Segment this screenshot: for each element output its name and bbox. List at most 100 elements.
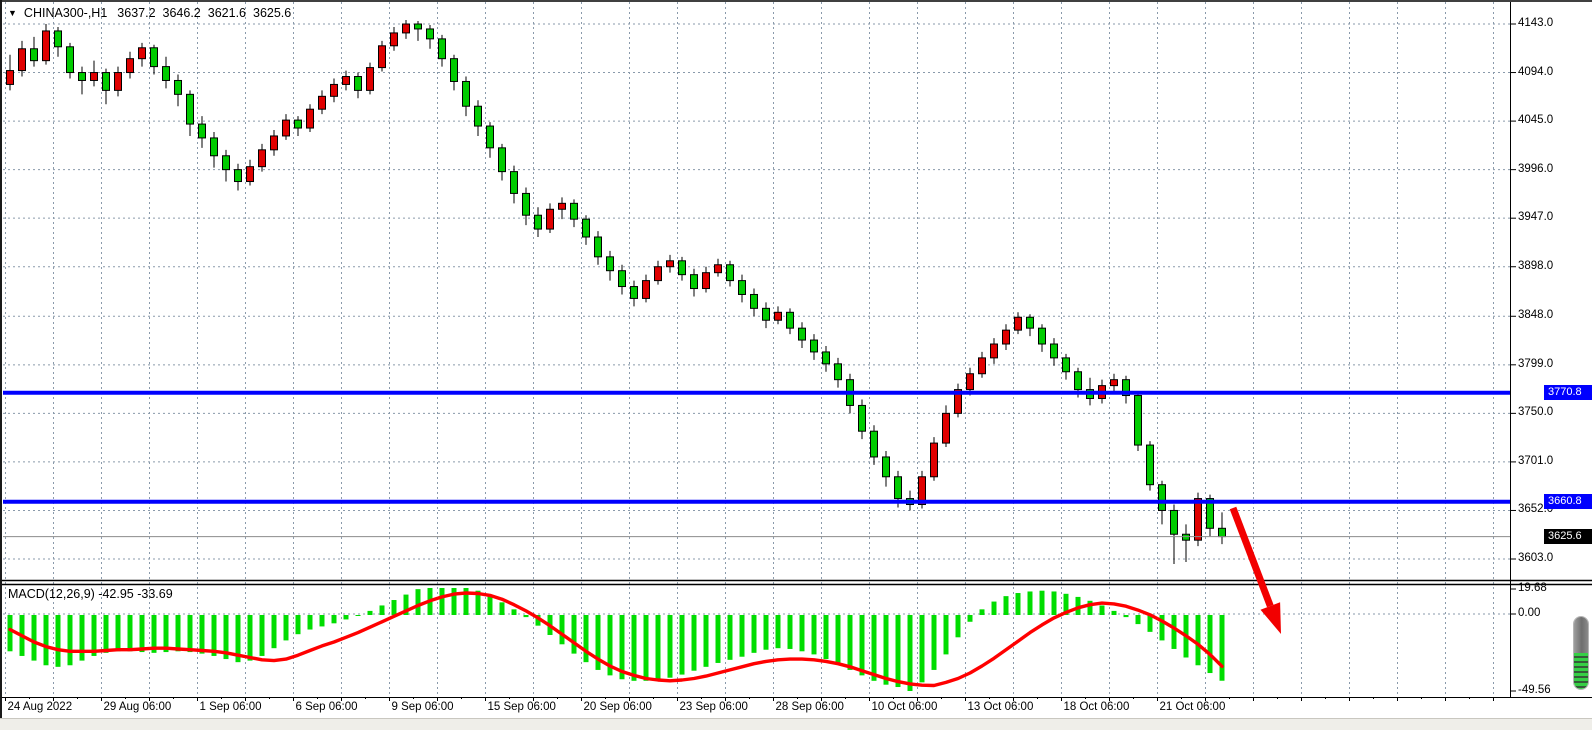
macd-histogram-bar bbox=[668, 615, 673, 678]
macd-histogram-bar bbox=[692, 615, 697, 671]
macd-histogram-bar bbox=[740, 615, 745, 657]
candle-body bbox=[931, 443, 938, 477]
macd-histogram-bar bbox=[572, 615, 577, 654]
candle-body bbox=[403, 24, 410, 33]
price-axis-label: 3848.0 bbox=[1518, 309, 1553, 322]
macd-histogram-bar bbox=[452, 588, 457, 615]
candle-body bbox=[979, 358, 986, 374]
macd-histogram-bar bbox=[1028, 591, 1033, 615]
macd-histogram-bar bbox=[908, 615, 913, 691]
macd-histogram-bar bbox=[560, 615, 565, 644]
down-arrow-shaft[interactable] bbox=[1233, 508, 1270, 606]
time-axis-label: 24 Aug 2022 bbox=[8, 701, 73, 714]
candle-body bbox=[511, 172, 518, 194]
symbol-dropdown-icon[interactable]: ▼ bbox=[8, 8, 17, 18]
candle-body bbox=[1063, 358, 1070, 372]
macd-histogram-bar bbox=[1112, 611, 1117, 615]
scrollbar-thumb[interactable] bbox=[1574, 617, 1588, 689]
macd-histogram-bar bbox=[800, 615, 805, 651]
macd-histogram-bar bbox=[140, 615, 145, 652]
macd-histogram-bar bbox=[260, 615, 265, 656]
candle-body bbox=[811, 340, 818, 352]
candle-body bbox=[439, 39, 446, 59]
candle-body bbox=[247, 167, 254, 182]
macd-histogram-bar bbox=[944, 615, 949, 654]
macd-histogram-bar bbox=[176, 615, 181, 651]
candle-body bbox=[943, 413, 950, 443]
candle-body bbox=[427, 29, 434, 39]
candle-body bbox=[607, 257, 614, 271]
macd-histogram-bar bbox=[248, 615, 253, 661]
candle-body bbox=[571, 203, 578, 219]
candle-body bbox=[91, 73, 98, 81]
candle-body bbox=[79, 73, 86, 81]
macd-histogram-bar bbox=[824, 615, 829, 659]
candle-body bbox=[967, 374, 974, 390]
candle-body bbox=[631, 287, 638, 299]
candle-body bbox=[283, 120, 290, 136]
candle-body bbox=[595, 237, 602, 257]
candle-body bbox=[355, 77, 362, 91]
price-axis-label: 3996.0 bbox=[1518, 163, 1553, 176]
macd-histogram-bar bbox=[680, 615, 685, 675]
candle-body bbox=[151, 48, 158, 67]
macd-histogram-bar bbox=[272, 615, 277, 648]
candle-body bbox=[43, 31, 50, 61]
candle-body bbox=[67, 47, 74, 73]
candle-body bbox=[883, 457, 890, 477]
time-axis-label: 23 Sep 06:00 bbox=[680, 701, 748, 714]
candle-body bbox=[1015, 317, 1022, 330]
candle-body bbox=[619, 271, 626, 287]
macd-histogram-bar bbox=[860, 615, 865, 675]
candle-body bbox=[835, 364, 842, 380]
macd-histogram-bar bbox=[44, 615, 49, 665]
candle-body bbox=[667, 261, 674, 267]
candle-body bbox=[895, 477, 902, 499]
macd-histogram-bar bbox=[1016, 593, 1021, 615]
macd-histogram-bar bbox=[1136, 615, 1141, 624]
candle-body bbox=[1183, 534, 1190, 540]
time-axis-label: 10 Oct 06:00 bbox=[872, 701, 938, 714]
chart-title: ▼ CHINA300-,H1 3637.2 3646.2 3621.6 3625… bbox=[8, 5, 298, 21]
price-axis-label: 3947.0 bbox=[1518, 211, 1553, 224]
candle-body bbox=[559, 203, 566, 209]
macd-histogram-bar bbox=[752, 615, 757, 653]
candle-body bbox=[1135, 396, 1142, 446]
candle-body bbox=[691, 275, 698, 289]
macd-histogram-bar bbox=[992, 602, 997, 615]
macd-histogram-bar bbox=[104, 615, 109, 653]
candle-body bbox=[175, 80, 182, 94]
candle-body bbox=[211, 138, 218, 156]
candle-body bbox=[367, 68, 374, 91]
window-bottom-edge bbox=[0, 718, 1592, 730]
macd-histogram-bar bbox=[1220, 615, 1225, 681]
macd-axis-label: 0.00 bbox=[1518, 607, 1540, 620]
candle-body bbox=[643, 281, 650, 299]
macd-histogram-bar bbox=[128, 615, 133, 651]
candle-body bbox=[19, 49, 26, 71]
candle-body bbox=[415, 24, 422, 29]
candle-body bbox=[1051, 344, 1058, 358]
candle-body bbox=[463, 81, 470, 106]
macd-histogram-bar bbox=[296, 615, 301, 634]
candle-body bbox=[475, 106, 482, 126]
candle-body bbox=[799, 328, 806, 340]
candle-body bbox=[871, 431, 878, 457]
down-arrow-head[interactable] bbox=[1261, 602, 1282, 634]
macd-histogram-bar bbox=[284, 615, 289, 640]
candle-body bbox=[1027, 317, 1034, 328]
macd-histogram-bar bbox=[704, 615, 709, 667]
candle-body bbox=[775, 312, 782, 320]
candle-body bbox=[295, 120, 302, 128]
time-axis-label: 6 Sep 06:00 bbox=[296, 701, 358, 714]
candle-body bbox=[319, 96, 326, 109]
chart-canvas[interactable] bbox=[0, 0, 1592, 730]
support-level-badge: 3660.8 bbox=[1544, 494, 1592, 509]
macd-axis-label: -49.56 bbox=[1518, 684, 1551, 697]
candle-body bbox=[103, 73, 110, 91]
macd-histogram-bar bbox=[500, 602, 505, 615]
candle-body bbox=[31, 49, 38, 61]
macd-histogram-bar bbox=[968, 615, 973, 622]
macd-histogram-bar bbox=[320, 615, 325, 626]
macd-histogram-bar bbox=[764, 615, 769, 650]
